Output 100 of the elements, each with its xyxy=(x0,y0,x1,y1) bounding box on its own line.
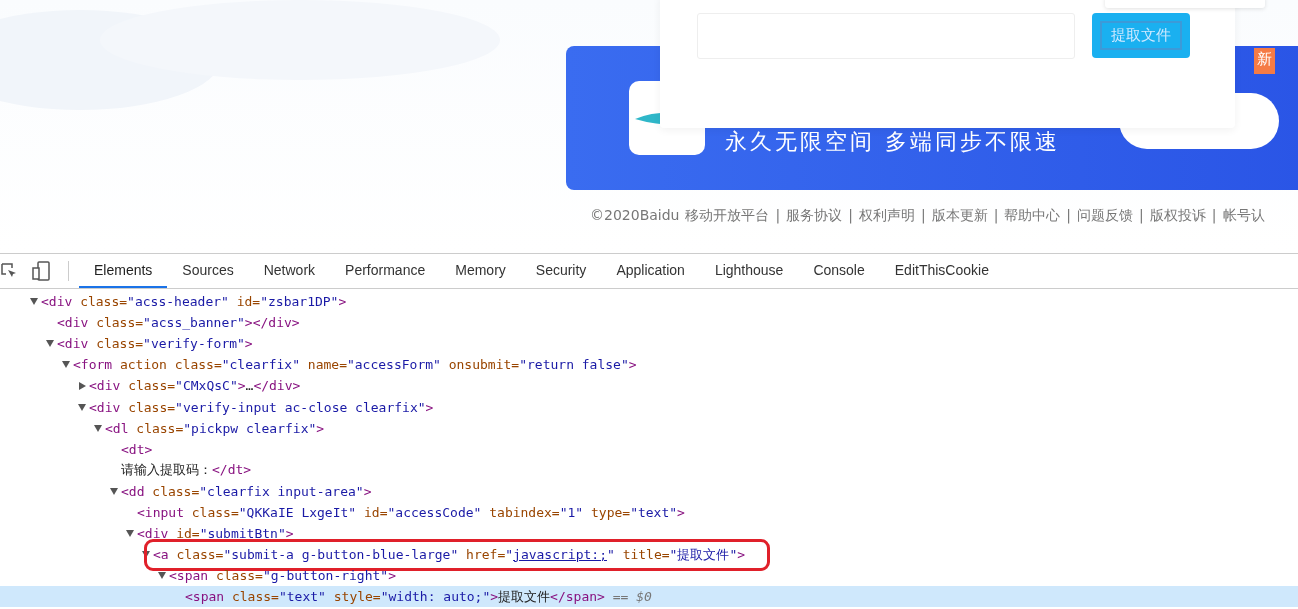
code-text: "QKKaIE LxgeIt" xyxy=(238,505,357,520)
devtools-tab[interactable]: EditThisCookie xyxy=(879,254,1004,288)
disclosure-triangle-icon[interactable] xyxy=(46,340,54,348)
code-text: "text" xyxy=(630,505,678,520)
code-row[interactable]: <div class="verify-form"> xyxy=(0,333,1298,355)
footer-link[interactable]: 版权投诉 xyxy=(1149,207,1206,225)
code-row[interactable]: <div id="submitBtn"> xyxy=(0,523,1298,545)
footer-link[interactable]: | xyxy=(775,207,781,225)
code-text: > xyxy=(677,505,685,520)
code-text: action class= xyxy=(118,357,222,373)
code-text: id= xyxy=(363,505,388,520)
code-text: 提取文件 xyxy=(498,588,551,604)
disclosure-triangle-icon[interactable] xyxy=(78,403,86,411)
footer-link[interactable]: 版本更新 xyxy=(931,207,988,225)
disclosure-triangle-icon[interactable] xyxy=(62,361,70,369)
code-row[interactable]: 请输入提取码：</dt> xyxy=(0,459,1298,481)
device-icon[interactable] xyxy=(32,261,50,281)
devtools-tab[interactable]: Performance xyxy=(330,254,441,288)
footer-link[interactable]: | xyxy=(1139,207,1144,225)
footer-link[interactable]: ©2020Baidu xyxy=(590,207,680,225)
disclosure-triangle-icon[interactable] xyxy=(79,381,86,390)
code-text: > xyxy=(338,294,347,310)
code-text: class= xyxy=(151,483,200,499)
code-text: "return false" xyxy=(519,357,629,373)
footer-link[interactable]: 帐号认 xyxy=(1222,207,1265,225)
devtools-tab[interactable]: Elements xyxy=(79,254,168,288)
code-text: … xyxy=(245,378,254,394)
code-text: > xyxy=(737,546,746,562)
code-text: <div xyxy=(89,399,121,415)
code-text: <form xyxy=(73,357,113,373)
code-text: " xyxy=(607,546,615,562)
code-text: "提取文件" xyxy=(669,546,738,562)
code-text: style= xyxy=(332,588,381,604)
disclosure-triangle-icon[interactable] xyxy=(94,424,102,432)
devtools-tab[interactable]: Network xyxy=(248,254,331,288)
code-row[interactable]: <div class="verify-input ac-close clearfix"> xyxy=(0,396,1298,418)
devtools-tab[interactable]: Security xyxy=(520,254,602,288)
code-row[interactable]: <dd class="clearfix input-area"> xyxy=(0,480,1298,502)
code-text: class= xyxy=(190,505,239,520)
code-text: <dd xyxy=(121,483,145,499)
disclosure-triangle-icon[interactable] xyxy=(30,298,38,306)
code-text: class= xyxy=(214,568,263,584)
code-text: "clearfix input-area" xyxy=(199,483,364,499)
code-row[interactable]: <dl class="pickpw clearfix"> xyxy=(0,417,1298,439)
code-row[interactable]: <input class="QKKaIE LxgeIt" id="accessCode" tabindex="1" type="text"> xyxy=(0,501,1298,524)
devtools-tab[interactable]: Lighthouse xyxy=(699,254,799,288)
code-text: <div xyxy=(57,336,89,352)
code-text: href= xyxy=(465,546,506,562)
code-link[interactable]: javascript:; xyxy=(513,546,607,562)
code-text: > xyxy=(237,378,246,394)
footer-link[interactable]: | xyxy=(1211,207,1217,225)
banner-slogan: 永久无限空间 多端同步不限速 xyxy=(725,128,1060,156)
footer-link[interactable]: | xyxy=(1066,207,1072,225)
code-text: "submitBtn" xyxy=(199,526,286,542)
code-text: "clearfix" xyxy=(221,357,300,373)
code-text: <dt> xyxy=(121,441,153,457)
code-text: "width: auto;" xyxy=(380,588,491,604)
footer-link[interactable]: | xyxy=(848,207,853,225)
code-text: </span> xyxy=(550,588,605,604)
code-text: > xyxy=(490,588,499,604)
code-text: "accessCode" xyxy=(387,505,482,520)
disclosure-triangle-icon[interactable] xyxy=(110,487,118,495)
code-text: </dt> xyxy=(212,462,252,478)
code-text: <div xyxy=(41,294,73,310)
code-text: <div xyxy=(137,526,169,542)
disclosure-triangle-icon[interactable] xyxy=(126,530,134,538)
code-row[interactable]: <dt> xyxy=(0,438,1298,460)
footer-link[interactable]: 服务协议 xyxy=(786,207,843,225)
footer-link[interactable]: | xyxy=(993,207,999,225)
disclosure-triangle-icon[interactable] xyxy=(158,572,166,580)
footer-link[interactable]: 权利声明 xyxy=(858,207,915,225)
code-text: id= xyxy=(235,294,261,310)
devtools-tab[interactable]: Sources xyxy=(167,254,249,288)
footer-link[interactable]: | xyxy=(920,207,926,225)
code-text: "1" xyxy=(559,505,584,520)
code-text: class= xyxy=(135,420,184,436)
code-text: class= xyxy=(127,399,176,415)
code-text: <span xyxy=(185,588,225,604)
selected-row[interactable]: <span class="text" style="width: auto;">提取文件</span> == $0 xyxy=(0,586,1298,608)
code-row[interactable]: <div class="CMxQsC">…</div> xyxy=(0,375,1298,397)
code-text: type= xyxy=(590,505,631,520)
code-text: <a xyxy=(153,546,169,562)
code-row[interactable]: <div class="acss-header" id="zsbar1DP"> xyxy=(0,291,1298,313)
code-text: "g-button-right" xyxy=(262,568,389,584)
devtools-tab[interactable]: Console xyxy=(798,254,880,288)
footer-link[interactable]: 问题反馈 xyxy=(1077,207,1134,225)
code-row[interactable]: <form action class="clearfix" name="accessForm" onsubmit="return false"> xyxy=(0,354,1298,376)
code-row[interactable]: <div class="acss_banner"></div> xyxy=(0,312,1298,334)
code-text: > xyxy=(388,568,396,584)
devtools-tab[interactable]: Memory xyxy=(440,254,521,288)
code-text: id= xyxy=(175,526,200,542)
devtools-tab[interactable]: Application xyxy=(601,254,700,288)
code-row[interactable]: <span class="g-button-right"> xyxy=(0,565,1298,587)
code-text: "submit-a g-button-blue-large" xyxy=(223,546,459,562)
footer-link[interactable]: 帮助中心 xyxy=(1004,207,1061,225)
code-text: > xyxy=(628,357,637,373)
code-text: == $0 xyxy=(611,588,652,604)
footer-link[interactable]: 移动开放平台 xyxy=(685,207,770,225)
code-text: > xyxy=(285,526,294,542)
code-text: "verify-form" xyxy=(143,336,245,352)
